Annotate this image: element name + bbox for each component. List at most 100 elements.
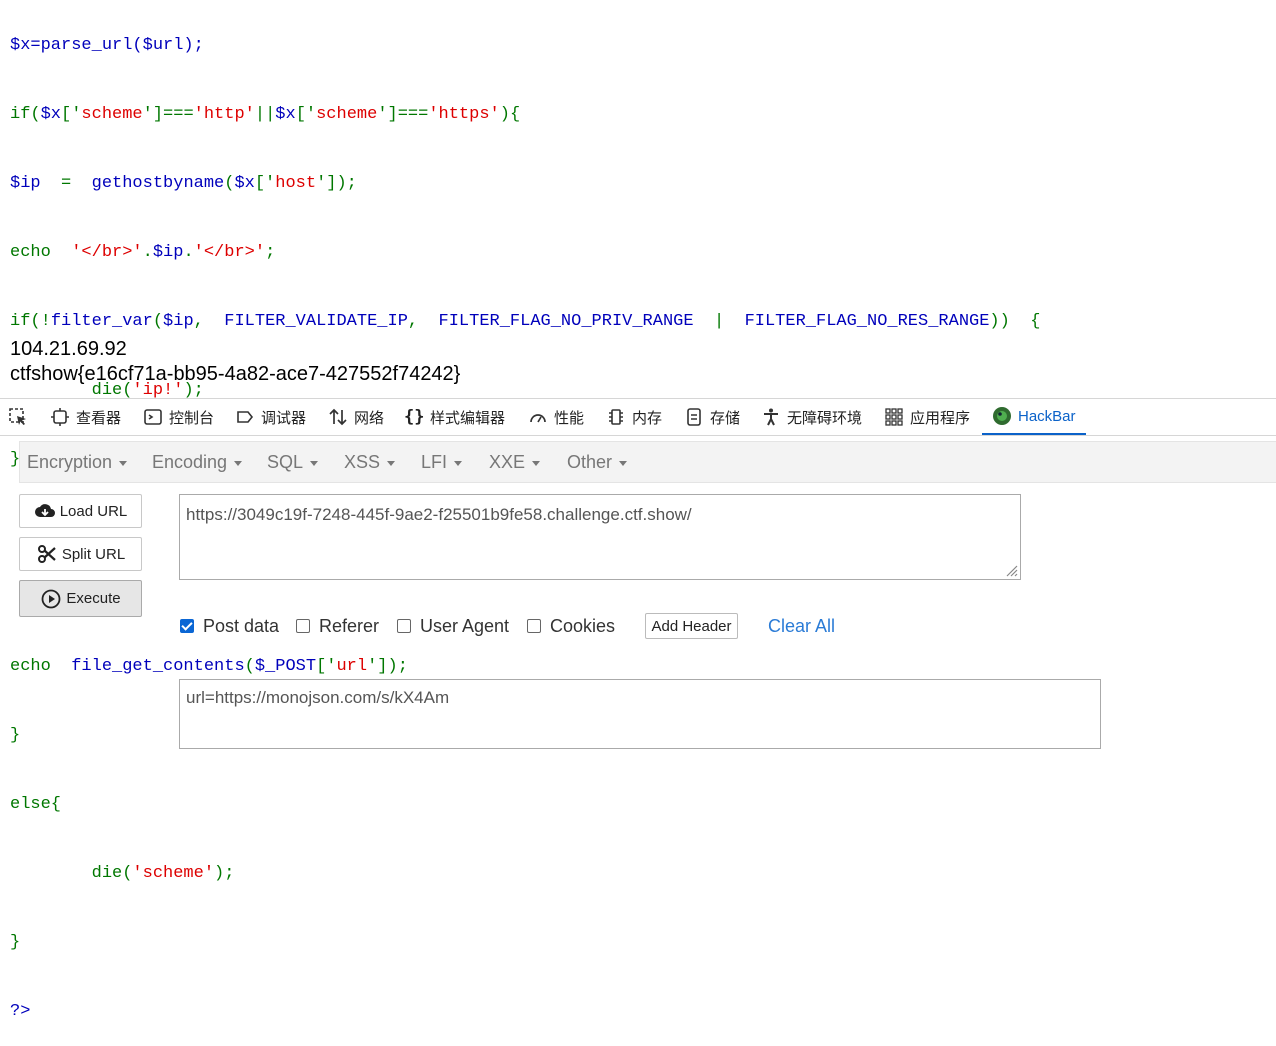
code-token: = — [40, 174, 92, 193]
menu-label: SQL — [267, 451, 304, 472]
resize-grip-icon[interactable] — [1004, 563, 1018, 577]
braces-icon: {} — [404, 407, 425, 427]
tab-label: 调试器 — [261, 409, 307, 427]
code-token: . — [142, 243, 153, 262]
caret-down-icon — [310, 461, 319, 466]
tab-memory[interactable]: 内存 — [606, 399, 662, 435]
code-token: gethostbyname — [91, 174, 225, 193]
code-token: ){ — [499, 105, 521, 124]
code-token: FILTER_VALIDATE_IP — [224, 312, 408, 331]
code-token: , — [193, 312, 225, 331]
hackbar-menu-bar: Encryption Encoding SQL XSS LFI XXE Othe… — [19, 441, 1276, 483]
storage-icon — [687, 408, 701, 426]
tab-performance[interactable]: 性能 — [528, 399, 584, 435]
menu-lfi[interactable]: LFI — [421, 442, 463, 482]
code-token: $x — [275, 105, 296, 124]
code-token: ']=== — [377, 105, 429, 124]
post-data-textarea[interactable]: url=https://monojson.com/s/kX4Am — [179, 679, 1101, 749]
code-token: '</br>' — [71, 243, 143, 262]
post-data-value: url=https://monojson.com/s/kX4Am — [186, 688, 450, 707]
code-token: ']=== — [142, 105, 194, 124]
cookies-checkbox[interactable] — [527, 619, 541, 633]
code-line: if(!filter_var($ip, FILTER_VALIDATE_IP, … — [10, 310, 1040, 333]
tab-label: 无障碍环境 — [787, 409, 863, 427]
load-url-button[interactable]: Load URL — [19, 494, 142, 528]
scissors-icon — [37, 545, 56, 563]
code-line: echo file_get_contents($_POST['url']); — [10, 655, 1040, 678]
code-line: else{ — [10, 793, 1040, 816]
cookies-option[interactable]: Cookies — [527, 614, 615, 638]
code-token: else{ — [10, 795, 62, 814]
referer-option[interactable]: Referer — [296, 614, 379, 638]
tab-application[interactable]: 应用程序 — [884, 399, 970, 435]
tab-hackbar[interactable]: HackBar — [982, 399, 1086, 435]
debugger-icon — [237, 411, 254, 423]
menu-label: XSS — [344, 451, 381, 472]
memory-chip-icon — [609, 409, 623, 425]
option-label: User Agent — [420, 615, 510, 636]
inspector-icon — [51, 408, 69, 426]
menu-xss[interactable]: XSS — [344, 442, 396, 482]
menu-xxe[interactable]: XXE — [489, 442, 541, 482]
code-token: ); — [214, 864, 235, 883]
split-url-button[interactable]: Split URL — [19, 537, 142, 571]
code-token: $_POST — [254, 657, 317, 676]
tab-label: 网络 — [354, 409, 385, 427]
code-line: $ip = gethostbyname($x['host']); — [10, 172, 1040, 195]
code-token: [' — [316, 657, 337, 676]
code-token: 'scheme' — [132, 864, 215, 883]
code-token: ( — [224, 174, 235, 193]
tab-label: HackBar — [1018, 407, 1076, 425]
element-picker-icon — [9, 408, 26, 425]
code-token: $x — [234, 174, 255, 193]
tab-debugger[interactable]: 调试器 — [235, 399, 306, 435]
code-token: filter_var — [50, 312, 153, 331]
tab-inspector[interactable]: 查看器 — [50, 399, 121, 435]
code-token: scheme — [81, 105, 143, 124]
tab-network[interactable]: 网络 — [328, 399, 384, 435]
code-line: ?> — [10, 1000, 1040, 1023]
code-token: FILTER_FLAG_NO_PRIV_RANGE — [438, 312, 694, 331]
code-token: [' — [61, 105, 82, 124]
tab-label: 控制台 — [169, 409, 215, 427]
tab-style-editor[interactable]: {} 样式编辑器 — [404, 399, 505, 435]
code-line: $x=parse_url($url); — [10, 34, 1040, 57]
post-data-checkbox[interactable] — [180, 619, 194, 633]
post-data-option[interactable]: Post data — [180, 614, 279, 638]
user-agent-option[interactable]: User Agent — [397, 614, 509, 638]
code-token: 'https' — [428, 105, 500, 124]
menu-label: XXE — [489, 451, 526, 472]
code-token: )) { — [989, 312, 1041, 331]
app-grid-icon — [885, 408, 903, 426]
menu-sql[interactable]: SQL — [267, 442, 319, 482]
caret-down-icon — [387, 461, 396, 466]
cloud-download-icon — [34, 504, 55, 517]
tab-label: 样式编辑器 — [430, 409, 506, 427]
code-token: echo — [10, 657, 72, 676]
menu-other[interactable]: Other — [567, 442, 628, 482]
code-token: | — [693, 312, 745, 331]
code-line: echo '</br>'.$ip.'</br>'; — [10, 241, 1040, 264]
referer-checkbox[interactable] — [296, 619, 310, 633]
add-header-button[interactable]: Add Header — [645, 613, 738, 639]
tab-storage[interactable]: 存储 — [684, 399, 740, 435]
code-token: echo — [10, 243, 72, 262]
menu-encryption[interactable]: Encryption — [27, 442, 128, 482]
code-token: $x — [40, 105, 62, 124]
option-label: Cookies — [550, 615, 616, 636]
menu-label: Other — [567, 451, 613, 472]
execute-button[interactable]: Execute — [19, 580, 142, 617]
button-label: Load URL — [59, 502, 128, 520]
tab-accessibility[interactable]: 无障碍环境 — [761, 399, 862, 435]
code-line: die('scheme'); — [10, 862, 1040, 885]
element-picker-button[interactable] — [8, 399, 34, 435]
menu-encoding[interactable]: Encoding — [152, 442, 243, 482]
code-token: ( — [244, 657, 255, 676]
code-token: if( — [10, 105, 41, 124]
code-token: , — [407, 312, 439, 331]
user-agent-checkbox[interactable] — [397, 619, 411, 633]
code-token: $ip — [10, 174, 41, 193]
clear-all-link[interactable]: Clear All — [768, 614, 835, 638]
tab-console[interactable]: 控制台 — [143, 399, 214, 435]
url-textarea[interactable]: https://3049c19f-7248-445f-9ae2-f25501b9… — [179, 494, 1021, 580]
